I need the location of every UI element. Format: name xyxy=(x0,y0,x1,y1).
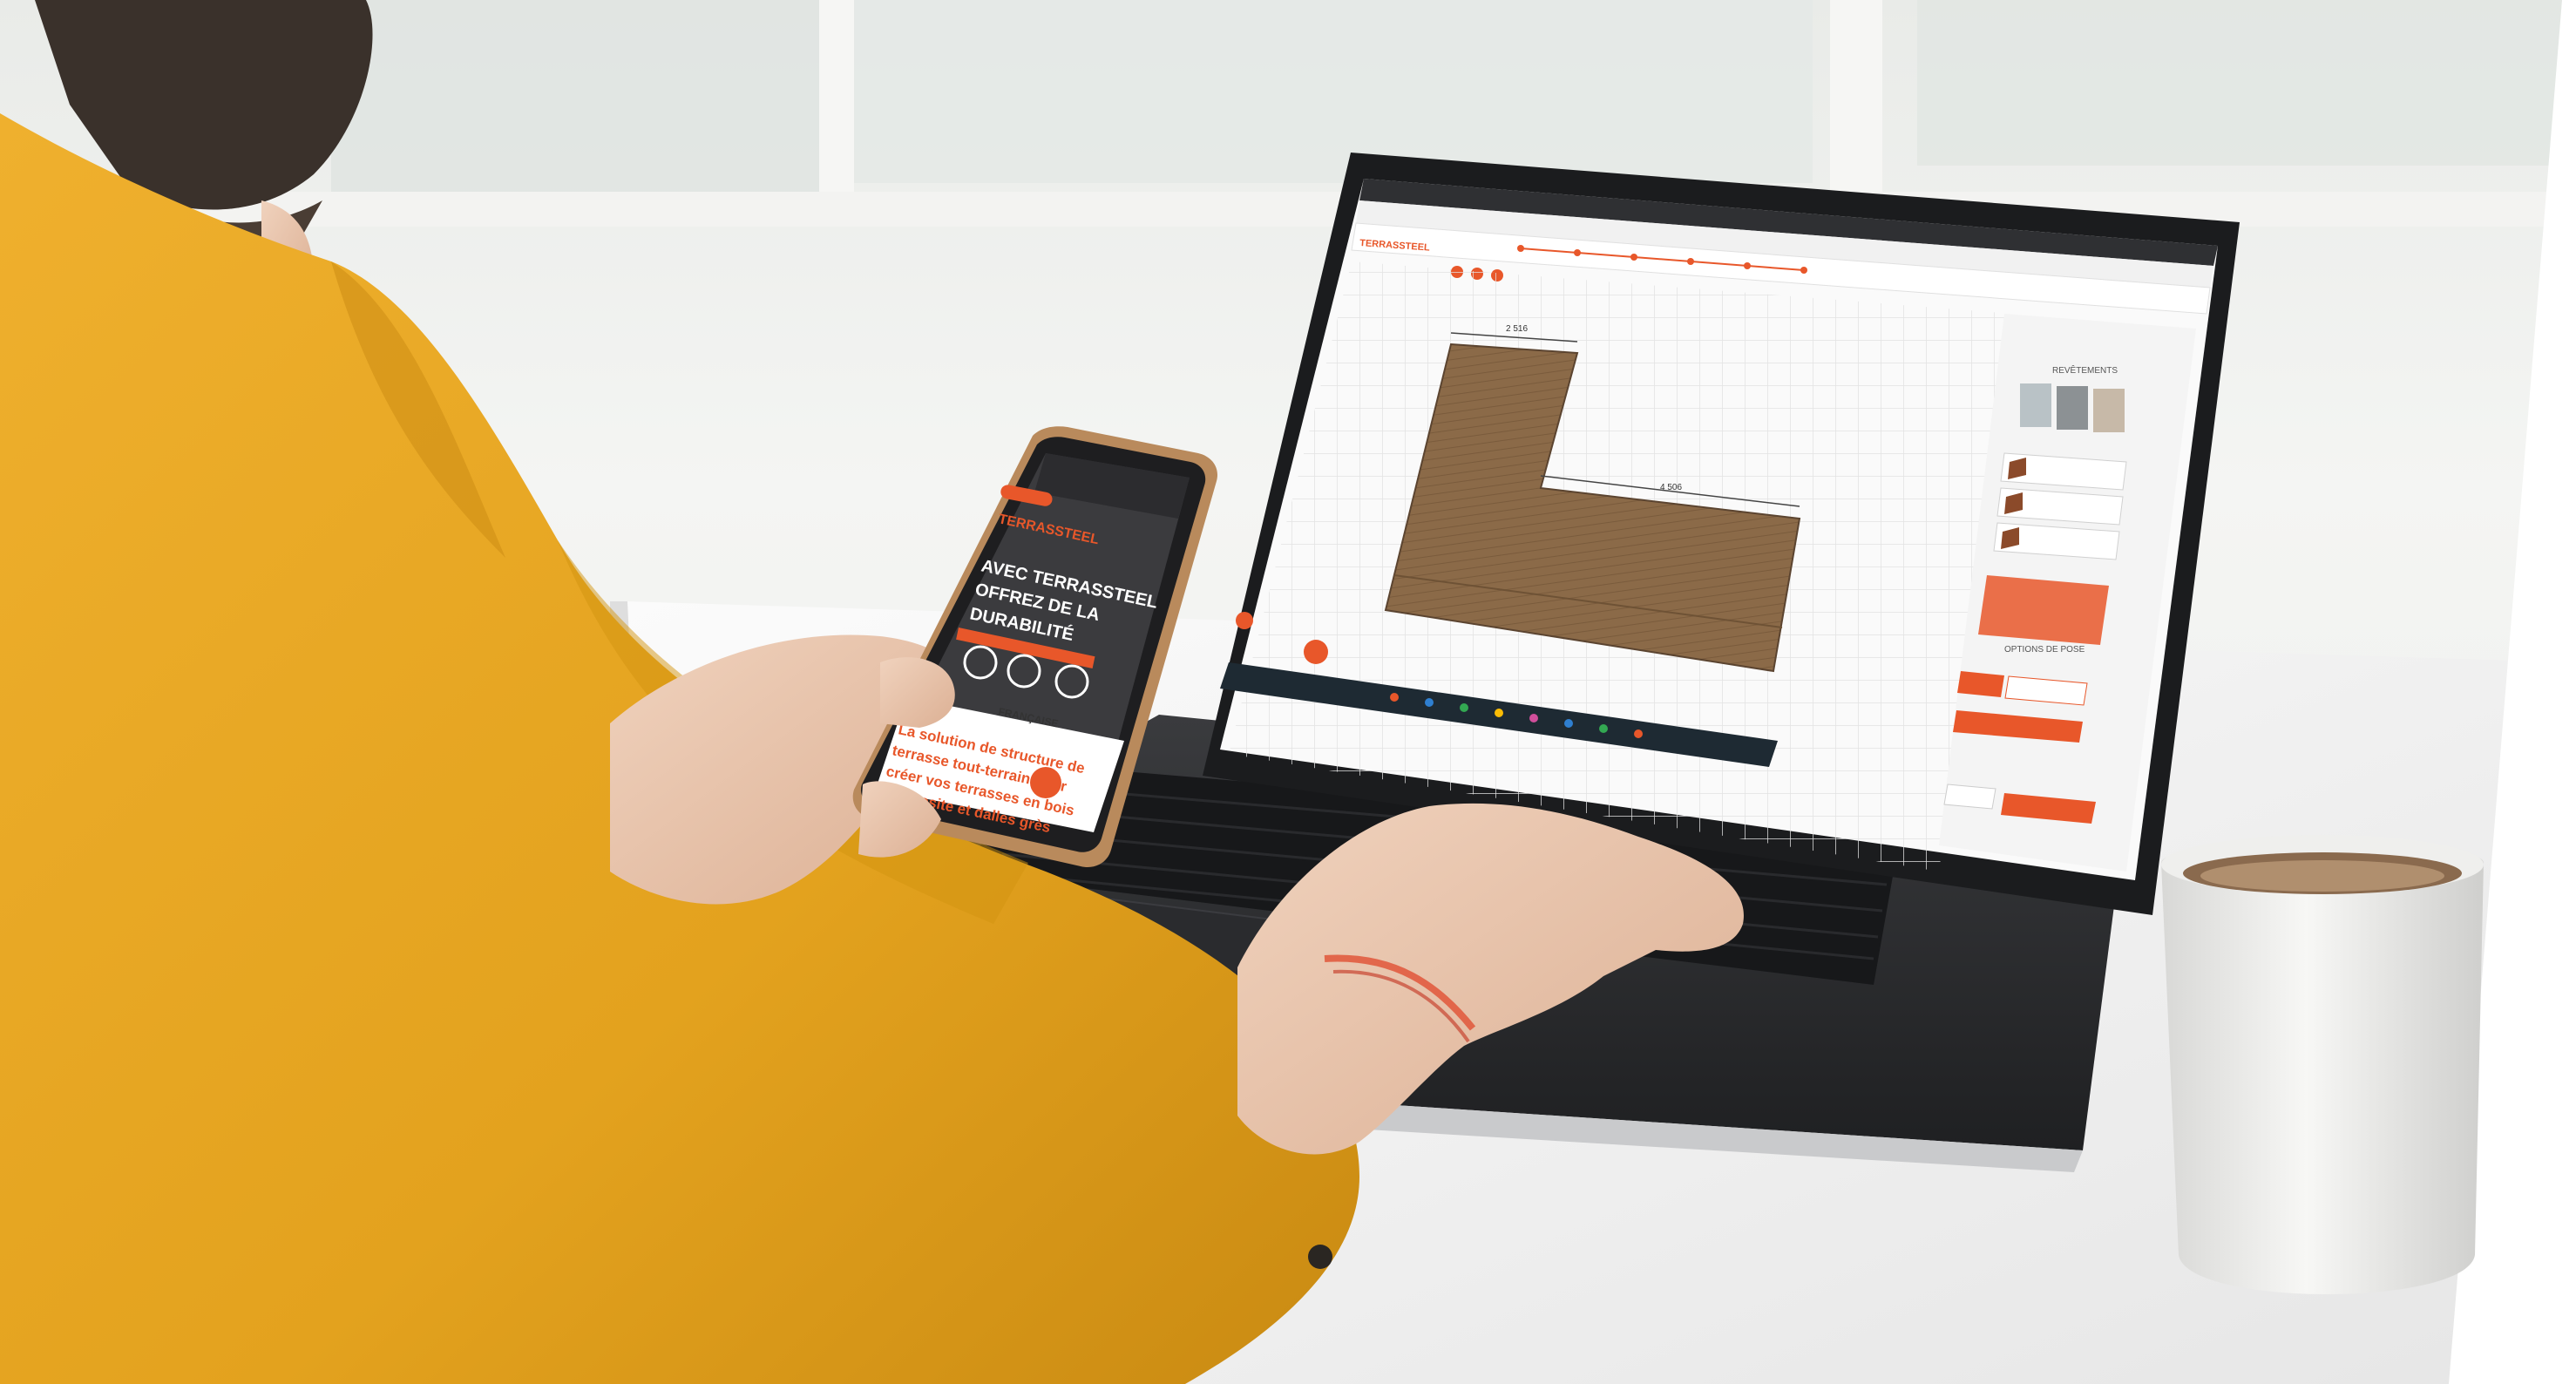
dimension-top-label: 2 516 xyxy=(1506,324,1528,334)
coffee-mug xyxy=(2161,835,2484,1294)
panel-title-options: OPTIONS DE POSE xyxy=(2004,645,2085,655)
panel-title-revetements: REVÊTEMENTS xyxy=(2052,364,2118,376)
laptop-screen: 2 516 4 506 REVÊTEMENTS OPTIONS DE POSE … xyxy=(1220,179,2218,880)
photo-scene: 2 516 4 506 REVÊTEMENTS OPTIONS DE POSE … xyxy=(0,0,2576,1384)
dimension-mid-label: 4 506 xyxy=(1660,483,1682,492)
panel-orange-notice xyxy=(1978,575,2109,645)
